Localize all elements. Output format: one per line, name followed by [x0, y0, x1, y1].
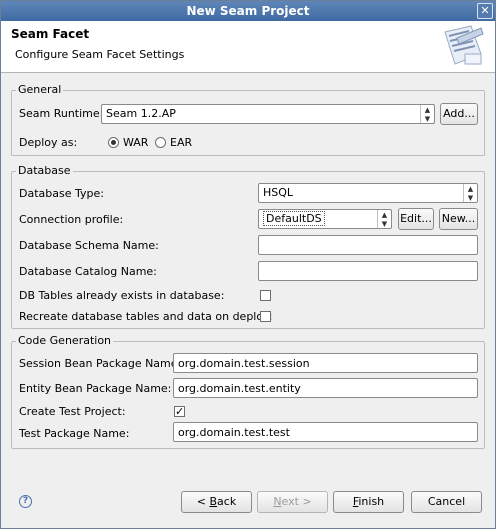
wizard-icon	[444, 25, 484, 65]
next-button-mnemonic: N	[273, 495, 282, 508]
entity-package-input[interactable]	[173, 378, 478, 398]
code-generation-group-title: Code Generation	[16, 334, 114, 347]
back-button-prefix: <	[196, 495, 210, 508]
tables-exist-label: DB Tables already exists in database:	[19, 289, 225, 302]
connection-profile-label: Connection profile:	[19, 213, 124, 226]
new-seam-project-dialog: New Seam Project ✕ Seam Facet Configure …	[0, 0, 496, 529]
tables-exist-checkbox[interactable]	[260, 290, 271, 301]
database-type-combo[interactable]: HSQL ▲ ▼	[258, 183, 478, 203]
recreate-tables-checkbox[interactable]	[260, 311, 271, 322]
database-group-title: Database	[16, 164, 73, 177]
combo-arrow-icon: ▲ ▼	[420, 105, 434, 123]
entity-package-label: Entity Bean Package Name:	[19, 382, 172, 395]
deploy-war-label: WAR	[123, 136, 149, 149]
deploy-war-radio[interactable]	[108, 137, 119, 148]
seam-runtime-value: Seam 1.2.AP	[106, 107, 176, 120]
deploy-ear-label: EAR	[170, 136, 193, 149]
banner-description: Configure Seam Facet Settings	[15, 48, 185, 61]
general-group: General Seam Runtime: Seam 1.2.AP ▲ ▼ Add…	[11, 83, 485, 156]
test-package-input[interactable]	[173, 422, 478, 442]
add-runtime-button[interactable]: Add...	[440, 103, 478, 125]
schema-name-input[interactable]	[258, 235, 478, 255]
database-group: Database Database Type: HSQL ▲ ▼ Connecti…	[11, 164, 485, 329]
back-button-rest: ack	[217, 495, 237, 508]
connection-profile-value: DefaultDS	[263, 211, 325, 226]
test-package-label: Test Package Name:	[19, 427, 130, 440]
deploy-ear-radio[interactable]	[155, 137, 166, 148]
database-type-label: Database Type:	[19, 187, 104, 200]
banner-title: Seam Facet	[11, 27, 90, 41]
general-group-title: General	[16, 83, 64, 96]
title-bar: New Seam Project ✕	[1, 1, 495, 21]
back-button-mnemonic: B	[209, 495, 218, 508]
create-test-project-label: Create Test Project:	[19, 405, 126, 418]
help-icon[interactable]: ?	[19, 495, 32, 508]
schema-name-label: Database Schema Name:	[19, 239, 159, 252]
seam-runtime-label: Seam Runtime:	[19, 107, 104, 120]
session-package-label: Session Bean Package Name:	[19, 357, 182, 370]
code-generation-group: Code Generation Session Bean Package Nam…	[11, 334, 485, 449]
catalog-name-label: Database Catalog Name:	[19, 265, 157, 278]
finish-button-rest: inish	[358, 495, 385, 508]
connection-profile-combo[interactable]: DefaultDS ▲ ▼	[258, 209, 392, 229]
combo-arrow-icon: ▲ ▼	[463, 184, 477, 202]
session-package-input[interactable]	[173, 353, 478, 373]
seam-runtime-combo[interactable]: Seam 1.2.AP ▲ ▼	[101, 104, 435, 124]
combo-arrow-icon: ▲ ▼	[377, 210, 391, 228]
close-icon[interactable]: ✕	[477, 3, 493, 19]
new-profile-button[interactable]: New...	[439, 208, 478, 230]
recreate-tables-label: Recreate database tables and data on dep…	[19, 310, 273, 323]
next-button-rest: ext >	[281, 495, 312, 508]
create-test-project-checkbox[interactable]: ✓	[174, 406, 185, 417]
back-button[interactable]: < Back	[181, 491, 252, 513]
catalog-name-input[interactable]	[258, 261, 478, 281]
edit-profile-button[interactable]: Edit...	[398, 208, 434, 230]
window-title: New Seam Project	[186, 4, 310, 18]
cancel-button[interactable]: Cancel	[411, 491, 482, 513]
finish-button[interactable]: Finish	[333, 491, 404, 513]
wizard-banner: Seam Facet Configure Seam Facet Settings	[1, 21, 495, 73]
next-button[interactable]: Next >	[257, 491, 328, 513]
database-type-value: HSQL	[263, 186, 294, 199]
deploy-as-label: Deploy as:	[19, 136, 78, 149]
